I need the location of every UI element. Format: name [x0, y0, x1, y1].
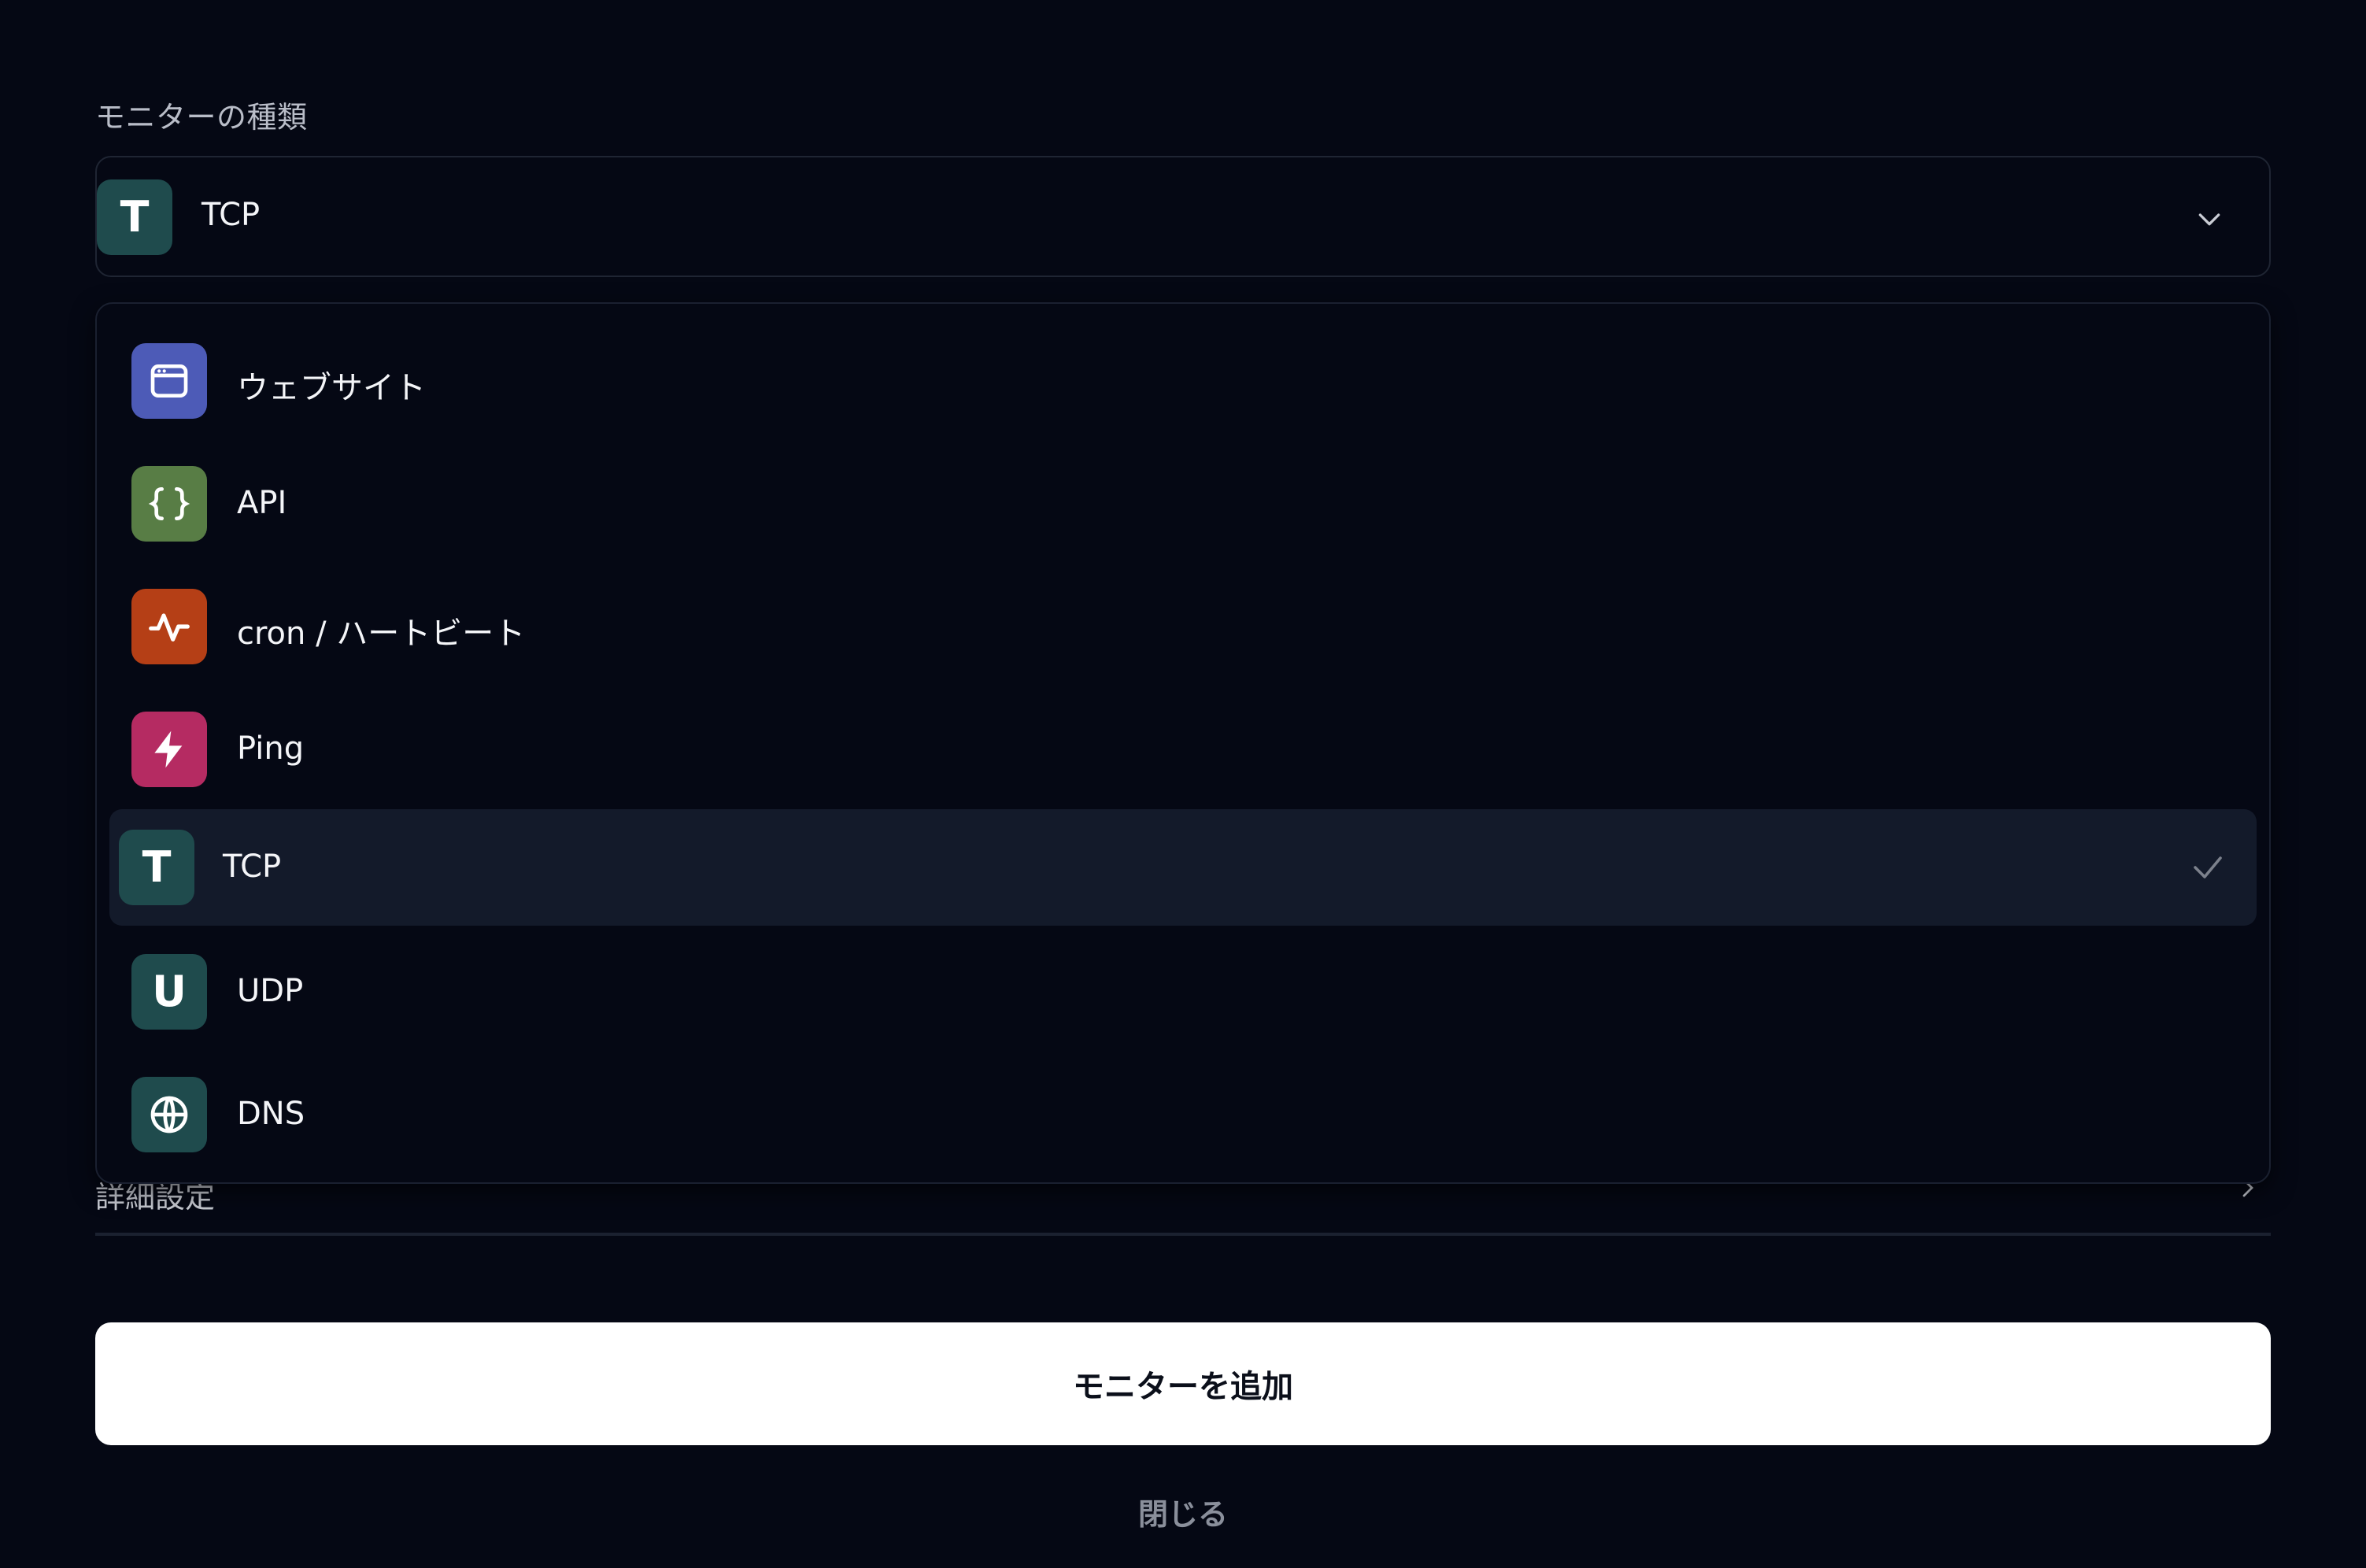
- chevron-down-icon[interactable]: [2194, 203, 2225, 235]
- option-label: UDP: [237, 973, 304, 1009]
- option-label: ウェブサイト: [237, 370, 426, 406]
- letter-t-icon: T: [119, 830, 194, 905]
- option-api[interactable]: API: [109, 446, 2257, 562]
- option-label: API: [237, 485, 287, 521]
- option-tcp[interactable]: T TCP: [109, 809, 2257, 926]
- close-button[interactable]: 閉じる: [1026, 1488, 1340, 1535]
- globe-icon: [131, 1077, 207, 1152]
- letter-u-icon: U: [131, 954, 207, 1030]
- lightning-bolt-icon: [131, 712, 207, 787]
- add-monitor-button[interactable]: モニターを追加: [95, 1322, 2271, 1445]
- option-label: Ping: [237, 730, 305, 767]
- option-cron-heartbeat[interactable]: cron / ハートビート: [109, 568, 2257, 685]
- monitor-type-label: モニターの種類: [95, 100, 308, 135]
- monitor-type-select[interactable]: T TCP: [95, 156, 2271, 277]
- monitor-type-dropdown: ウェブサイト API cron / ハートビート Ping T TCP U UD…: [95, 302, 2271, 1184]
- option-label: TCP: [223, 849, 282, 885]
- pulse-activity-icon: [131, 589, 207, 664]
- option-ping[interactable]: Ping: [109, 691, 2257, 808]
- option-label: DNS: [237, 1096, 305, 1132]
- selected-monitor-type: TCP: [201, 197, 261, 233]
- option-udp[interactable]: U UDP: [109, 934, 2257, 1050]
- add-monitor-form: モニターの種類 T TCP 詳細設定 ウェブサイト API cron / ハート…: [0, 0, 2366, 1568]
- check-icon: [2194, 856, 2222, 878]
- curly-braces-icon: [131, 466, 207, 542]
- option-label: cron / ハートビート: [237, 616, 526, 652]
- tcp-badge-icon: T: [97, 179, 172, 255]
- option-dns[interactable]: DNS: [109, 1056, 2257, 1173]
- option-website[interactable]: ウェブサイト: [109, 323, 2257, 439]
- browser-window-icon: [131, 343, 207, 419]
